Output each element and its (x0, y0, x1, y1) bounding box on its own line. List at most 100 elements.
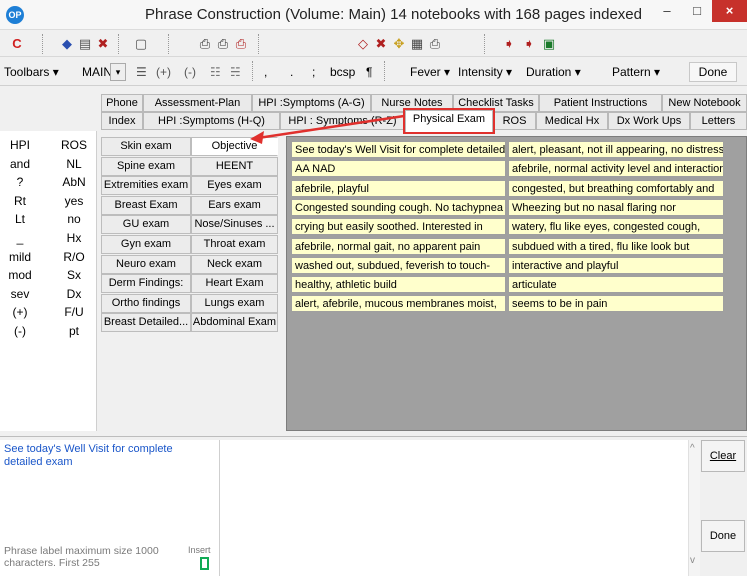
cancel-book-icon[interactable]: ✖ (94, 36, 112, 52)
scroll-down-icon[interactable]: v (690, 555, 695, 566)
exam-button[interactable]: Lungs exam (191, 293, 278, 313)
backspace-button[interactable]: bcsp (330, 63, 355, 81)
print-icon[interactable]: ⎙ (196, 36, 214, 52)
tab-top-item[interactable]: New Notebook (662, 94, 747, 112)
semicolon-button[interactable]: ; (312, 63, 315, 81)
paragraph-button[interactable]: ¶ (366, 63, 372, 81)
tab-bottom-item[interactable]: Dx Work Ups (608, 112, 690, 130)
toolbar-done-button[interactable]: Done (689, 62, 737, 82)
export-icon[interactable]: ➧ (500, 36, 518, 52)
minimize-button[interactable]: – (652, 0, 682, 22)
modifier-item[interactable]: NL (56, 155, 92, 173)
fever-menu[interactable]: Fever ▾ (410, 63, 450, 81)
exam-button[interactable]: Derm Findings: (101, 274, 191, 294)
print-cancel-icon[interactable]: ⎙ (232, 36, 250, 52)
modifier-item[interactable]: R/O (56, 248, 92, 266)
modifier-item[interactable]: pt (56, 322, 92, 340)
exam-button[interactable]: Extremities exam (101, 176, 191, 196)
exam-button[interactable]: Ortho findings (101, 293, 191, 313)
exam-button[interactable]: Throat exam (191, 235, 278, 254)
plus-button[interactable]: (+) (156, 63, 171, 81)
modifier-item[interactable]: no (56, 210, 92, 228)
tab-bottom-item[interactable]: Index (101, 112, 143, 130)
tab-bottom-item[interactable]: Medical Hx (536, 112, 608, 130)
phrase-item[interactable]: subdued with a tired, flu like look but (508, 237, 724, 255)
exam-button[interactable]: Spine exam (101, 156, 191, 176)
modifier-item[interactable]: Hx (56, 229, 92, 247)
modifier-item[interactable]: yes (56, 192, 92, 210)
scroll-up-icon[interactable]: ^ (690, 443, 695, 454)
tab-bottom-item[interactable]: Letters (690, 112, 747, 130)
exam-button[interactable]: Eyes exam (191, 176, 278, 196)
phrase-item[interactable]: afebrile, playful (291, 179, 506, 197)
modifier-item[interactable]: AbN (56, 173, 92, 191)
printer-icon[interactable]: ⎙ (426, 36, 444, 52)
move-icon[interactable]: ✥ (390, 36, 408, 52)
modifier-item[interactable]: HPI (2, 136, 38, 154)
bullets-icon[interactable]: ☷ (210, 63, 221, 81)
modifier-item[interactable]: _ (2, 229, 38, 247)
modifier-item[interactable]: Rt (2, 192, 38, 210)
phrase-edit-area[interactable] (220, 440, 688, 576)
phrase-item[interactable]: afebrile, normal gait, no apparent pain (291, 237, 506, 255)
pattern-menu[interactable]: Pattern ▾ (612, 63, 660, 81)
modifier-item[interactable]: Lt (2, 210, 38, 228)
period-button[interactable]: . (290, 63, 293, 81)
numbering-icon[interactable]: ☵ (230, 63, 241, 81)
phrase-item[interactable]: seems to be in pain (508, 295, 724, 313)
eraser-cancel-icon[interactable]: ✖ (372, 36, 390, 52)
duration-menu[interactable]: Duration ▾ (526, 63, 581, 81)
modifier-item[interactable]: mod (2, 266, 38, 284)
exam-button[interactable]: Nose/Sinuses ... (191, 215, 278, 235)
modifier-item[interactable]: ? (2, 173, 38, 191)
modifier-item[interactable]: and (2, 155, 38, 173)
phrase-item[interactable]: washed out, subdued, feverish to touch- (291, 256, 506, 274)
exam-button[interactable]: Abdominal Exam (191, 313, 278, 333)
modifier-item[interactable]: ROS (56, 136, 92, 154)
phrase-item[interactable]: crying but easily soothed. Interested in (291, 218, 506, 236)
minus-button[interactable]: (-) (184, 63, 196, 81)
phrase-item[interactable]: Congested sounding cough. No tachypnea (291, 198, 506, 216)
properties-icon[interactable]: ▦ (408, 36, 426, 52)
phrase-item[interactable]: articulate (508, 276, 724, 294)
tab-top-item[interactable]: Phone (101, 94, 143, 112)
phrase-item[interactable]: alert, pleasant, not ill appearing, no d… (508, 141, 724, 158)
clear-button[interactable]: Clear (701, 440, 745, 472)
phrase-item[interactable]: interactive and playful (508, 256, 724, 274)
exam-button[interactable]: Breast Detailed... (101, 313, 191, 333)
modifier-item[interactable]: sev (2, 285, 38, 303)
phrase-item[interactable]: alert, afebrile, mucous membranes moist, (291, 295, 506, 313)
print-alt-icon[interactable]: ⎙ (214, 36, 232, 52)
modifier-item[interactable]: Dx (56, 285, 92, 303)
exam-button[interactable]: GU exam (101, 215, 191, 235)
intensity-menu[interactable]: Intensity ▾ (458, 63, 512, 81)
maximize-button[interactable]: □ (682, 0, 712, 22)
import-icon[interactable]: ➧ (520, 36, 538, 52)
phrase-item[interactable]: watery, flu like eyes, congested cough, (508, 218, 724, 236)
exam-button[interactable]: Ears exam (191, 195, 278, 215)
phrase-item[interactable]: AA NAD (291, 160, 506, 178)
done-button[interactable]: Done (701, 520, 745, 552)
tag-icon[interactable]: ◆ (58, 36, 76, 52)
list-icon[interactable]: ☰ (136, 63, 147, 81)
exam-button[interactable]: Breast Exam (101, 195, 191, 215)
eraser-icon[interactable]: ◇ (354, 36, 372, 52)
modifier-item[interactable]: F/U (56, 303, 92, 321)
exam-button[interactable]: Heart Exam (191, 274, 278, 294)
phrase-item[interactable]: congested, but breathing comfortably and (508, 179, 724, 197)
toolbars-menu[interactable]: Toolbars ▾ (4, 63, 59, 81)
modifier-item[interactable]: (-) (2, 322, 38, 340)
tab-top-item[interactable]: Patient Instructions (539, 94, 662, 112)
modifier-item[interactable]: (+) (2, 303, 38, 321)
notebook-icon[interactable]: ▣ (540, 36, 558, 52)
tab-bottom-item[interactable]: ROS (493, 112, 536, 130)
comma-button[interactable]: , (264, 63, 267, 81)
exam-button[interactable]: Neuro exam (101, 254, 191, 274)
book-icon[interactable]: ▤ (76, 36, 94, 52)
phrase-item[interactable]: afebrile, normal activity level and inte… (508, 160, 724, 178)
exam-button[interactable]: Skin exam (101, 137, 191, 156)
phrase-item[interactable]: Wheezing but no nasal flaring nor (508, 198, 724, 216)
exam-button[interactable]: Neck exam (191, 254, 278, 274)
modifier-item[interactable]: mild (2, 248, 38, 266)
exam-button[interactable]: Gyn exam (101, 235, 191, 254)
